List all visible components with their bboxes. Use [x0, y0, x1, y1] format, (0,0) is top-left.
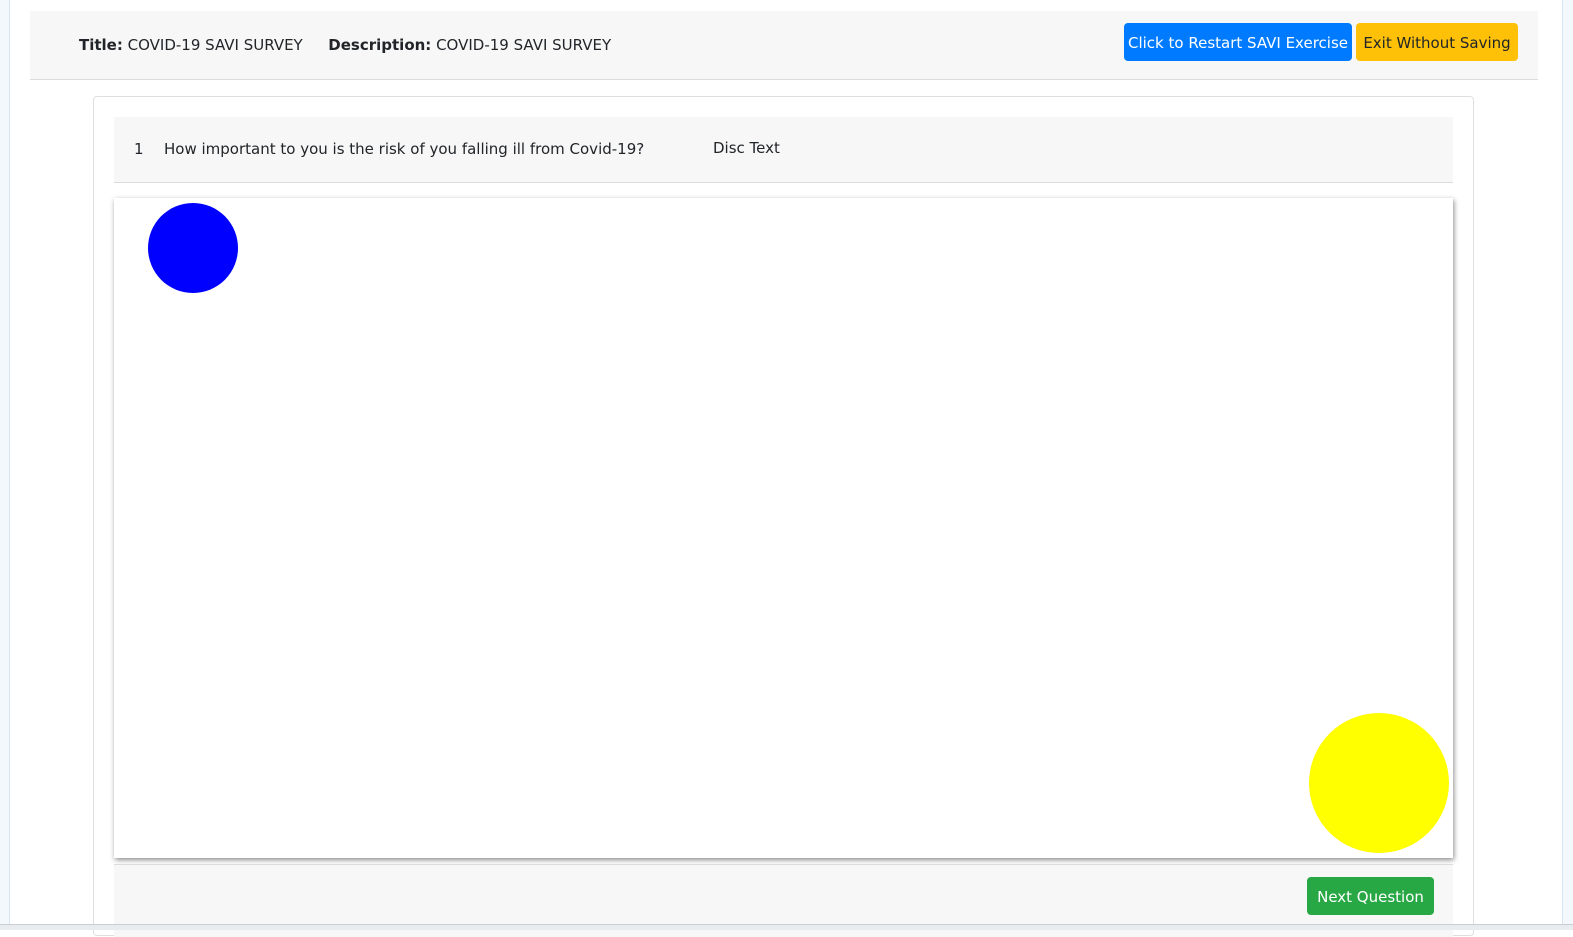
restart-exercise-button[interactable]: Click to Restart SAVI Exercise [1124, 23, 1352, 61]
description-label: Description: [328, 36, 432, 54]
blue-disc[interactable] [148, 203, 238, 293]
disc-canvas[interactable] [114, 198, 1453, 858]
right-page-edge [1562, 0, 1573, 925]
question-header: 1 How important to you is the risk of yo… [114, 117, 1453, 183]
disc-text-label: Disc Text [713, 139, 780, 157]
survey-header: Title: COVID-19 SAVI SURVEY Description:… [30, 11, 1538, 80]
yellow-disc[interactable] [1309, 713, 1449, 853]
survey-meta: Title: COVID-19 SAVI SURVEY Description:… [79, 35, 611, 55]
next-question-button[interactable]: Next Question [1307, 877, 1434, 915]
exit-without-saving-button[interactable]: Exit Without Saving [1356, 23, 1518, 61]
left-page-edge [0, 0, 10, 925]
question-text: How important to you is the risk of you … [164, 140, 645, 158]
bottom-edge [0, 924, 1573, 930]
description-value: COVID-19 SAVI SURVEY [436, 36, 612, 54]
page: { "header": { "title_label": "Title:", "… [0, 0, 1573, 937]
question-card: 1 How important to you is the risk of yo… [93, 96, 1474, 937]
title-value: COVID-19 SAVI SURVEY [127, 36, 303, 54]
title-label: Title: [79, 36, 123, 54]
question-number: 1 [134, 140, 144, 158]
